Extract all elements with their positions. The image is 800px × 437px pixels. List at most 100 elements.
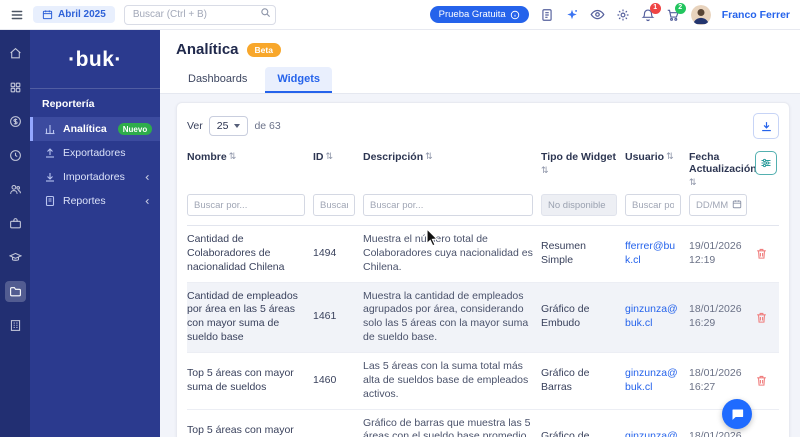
ai-sparkle-icon[interactable] (565, 8, 579, 22)
widget-description: Gráfico de barras que muestra las 5 área… (363, 416, 531, 437)
widgets-table-card: Ver 25 de 63 Nombre ⇅ ID ⇅ Descripción ⇅… (176, 102, 790, 437)
filter-tipo-input (541, 194, 617, 216)
tab-bar: Dashboards Widgets (176, 67, 784, 93)
chat-icon (730, 407, 745, 422)
user-avatar[interactable] (690, 4, 711, 25)
column-header-tipo[interactable]: Tipo de Widget ⇅ (541, 151, 625, 176)
update-timestamp: 18/01/202616:24 (689, 430, 742, 437)
time-icon[interactable] (5, 145, 26, 166)
table-body: Cantidad de Colaboradores de nacionalida… (187, 226, 779, 437)
total-label: de 63 (254, 120, 281, 132)
people-icon[interactable] (5, 179, 26, 200)
column-header-nombre[interactable]: Nombre ⇅ (187, 151, 313, 163)
page-header: Analítica Beta Dashboards Widgets (160, 30, 800, 94)
table-header-row: Nombre ⇅ ID ⇅ Descripción ⇅ Tipo de Widget ⇅… (187, 147, 779, 194)
topbar-actions: Prueba Gratuita 1 2 Franco Ferrer (429, 2, 790, 25)
sort-icon[interactable]: ⇅ (229, 151, 237, 162)
chevron-left-icon (143, 173, 152, 182)
payroll-icon[interactable] (5, 111, 26, 132)
filter-id-input[interactable] (313, 194, 355, 216)
widget-type: Gráfico de Barras (541, 366, 590, 393)
user-email-link[interactable]: ginzunza@buk.cl (625, 430, 678, 437)
column-header-usuario[interactable]: Usuario ⇅ (625, 151, 689, 163)
column-header-descripcion[interactable]: Descripción ⇅ (363, 151, 541, 163)
table-filter-row (187, 194, 779, 226)
widget-name: Top 5 áreas con mayor suma de sueldos (187, 366, 294, 393)
tab-widgets[interactable]: Widgets (265, 67, 333, 93)
gear-icon[interactable] (616, 8, 630, 22)
cart-icon[interactable]: 2 (666, 2, 686, 22)
widget-id: 1461 (313, 310, 337, 323)
import-icon (44, 171, 56, 183)
sidebar-item-analitica[interactable]: Analítica Nuevo (30, 117, 160, 141)
widget-name: Top 5 áreas con mayor sueldo base promed… (187, 423, 294, 436)
delete-button[interactable] (755, 311, 777, 324)
period-selector[interactable]: Abril 2025 (33, 6, 115, 23)
bell-icon[interactable]: 1 (641, 2, 661, 22)
export-icon (44, 147, 56, 159)
cart-badge: 2 (674, 2, 686, 14)
period-label: Abril 2025 (58, 9, 106, 20)
user-email-link[interactable]: ginzunza@buk.cl (625, 303, 678, 329)
sort-icon[interactable]: ⇅ (425, 151, 433, 162)
sort-icon[interactable]: ⇅ (689, 177, 697, 188)
widget-description: Muestra el número total de Colaboradores… (363, 233, 533, 273)
table-row[interactable]: Top 5 áreas con mayor suma de sueldos 146… (187, 352, 779, 409)
trial-button[interactable]: Prueba Gratuita (429, 6, 529, 23)
global-search (123, 4, 276, 25)
widget-id: 1460 (313, 373, 337, 386)
notification-badge: 1 (649, 2, 661, 14)
menu-icon[interactable] (10, 8, 24, 22)
nuevo-badge: Nuevo (117, 123, 153, 135)
user-email-link[interactable]: ginzunza@buk.cl (625, 367, 678, 393)
documents-folder-icon[interactable] (4, 281, 26, 302)
sort-icon[interactable]: ⇅ (541, 165, 549, 176)
widget-type: Gráfico de Embudo (541, 303, 590, 330)
update-timestamp: 19/01/2026 12:19 (689, 239, 742, 266)
pagination-control: Ver 25 de 63 (187, 116, 281, 136)
filter-fecha-input[interactable] (689, 194, 747, 216)
sidebar: ·buk· Reportería Analítica Nuevo Exporta… (30, 30, 160, 437)
eye-icon[interactable] (590, 7, 605, 22)
page-size-select[interactable]: 25 (208, 116, 249, 136)
filter-usuario-input[interactable] (625, 194, 681, 216)
briefcase-icon[interactable] (5, 213, 26, 234)
apps-grid-icon[interactable] (5, 77, 26, 98)
user-email-link[interactable]: fferrer@buk.cl (625, 240, 675, 266)
column-header-fecha[interactable]: Fecha Actualización ⇅ (689, 151, 757, 188)
table-row[interactable]: Top 5 áreas con mayor sueldo base promed… (187, 408, 779, 437)
sidebar-item-reportes[interactable]: Reportes (30, 189, 160, 213)
column-header-id[interactable]: ID ⇅ (313, 151, 363, 163)
notes-icon[interactable] (540, 8, 554, 22)
ver-label: Ver (187, 120, 203, 132)
search-input[interactable] (123, 4, 276, 25)
calendar-icon (42, 9, 53, 20)
chevron-down-icon (234, 124, 241, 128)
filter-nombre-input[interactable] (187, 194, 305, 216)
sort-icon[interactable]: ⇅ (666, 151, 674, 162)
table-row[interactable]: Cantidad de Colaboradores de nacionalida… (187, 226, 779, 282)
sidebar-section-title: Reportería (30, 88, 160, 117)
table-row[interactable]: Cantidad de empleados por área en las 5 … (187, 281, 779, 353)
beta-badge: Beta (246, 42, 281, 57)
delete-button[interactable] (755, 374, 777, 387)
download-button[interactable] (753, 113, 779, 139)
home-icon[interactable] (5, 43, 26, 64)
filter-descripcion-input[interactable] (363, 194, 533, 216)
sidebar-item-importadores[interactable]: Importadores (30, 165, 160, 189)
widget-type: Resumen Simple (541, 239, 586, 266)
update-timestamp: 18/01/2026 16:27 (689, 366, 742, 393)
organization-icon[interactable] (5, 315, 26, 336)
update-timestamp: 18/01/2026 16:29 (689, 303, 742, 330)
chat-launcher-button[interactable] (722, 399, 752, 429)
column-settings-button[interactable] (755, 151, 777, 175)
training-icon[interactable] (5, 247, 26, 268)
report-icon (44, 195, 56, 207)
tab-dashboards[interactable]: Dashboards (176, 67, 259, 93)
delete-button[interactable] (755, 247, 777, 260)
sort-icon[interactable]: ⇅ (326, 151, 334, 162)
buk-logo: ·buk· (68, 48, 122, 71)
widget-name: Cantidad de empleados por área en las 5 … (187, 289, 298, 344)
user-name[interactable]: Franco Ferrer (722, 9, 790, 21)
sidebar-item-exportadores[interactable]: Exportadores (30, 141, 160, 165)
